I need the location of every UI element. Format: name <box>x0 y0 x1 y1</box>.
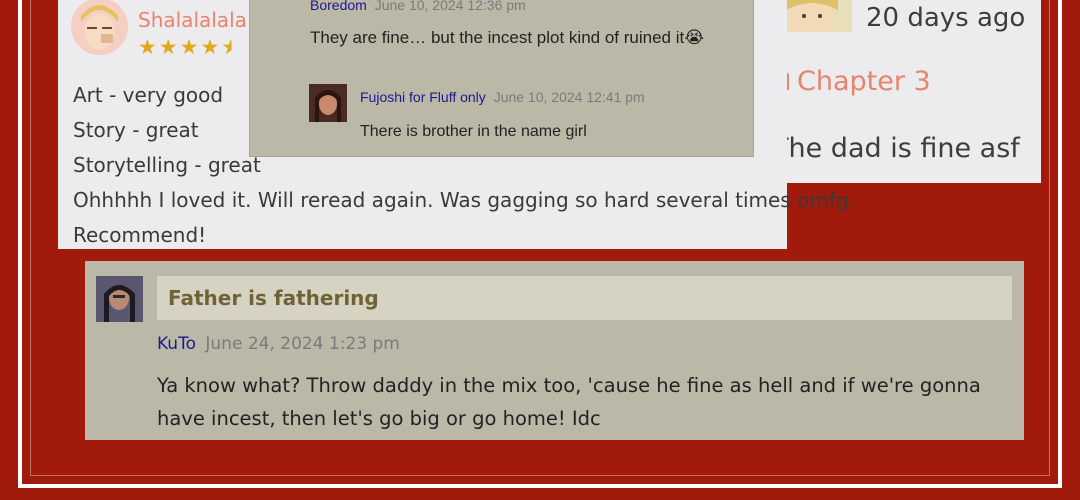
comment-date: June 10, 2024 12:36 pm <box>374 0 526 13</box>
star-icon: ★ <box>138 36 157 59</box>
comment-date: June 24, 2024 1:23 pm <box>205 334 400 354</box>
comment-text: Ya know what? Throw daddy in the mix too… <box>157 374 981 430</box>
avatar[interactable] <box>96 276 143 322</box>
star-icon: ★ <box>200 36 220 59</box>
comment-meta: KuTo June 24, 2024 1:23 pm <box>157 334 400 354</box>
avatar[interactable] <box>71 0 128 55</box>
comment-author[interactable]: KuTo <box>157 334 196 354</box>
star-icon: ★ <box>179 36 199 59</box>
comment-card: Father is fathering KuTo June 24, 2024 1… <box>85 261 1024 440</box>
comment-meta: Boredom June 10, 2024 12:36 pm <box>310 0 526 13</box>
reviewer-name[interactable]: Shalalalala <box>138 8 247 32</box>
comment-title: Father is fathering <box>157 276 1012 320</box>
comment-text-content: They are fine… but the incest plot kind … <box>310 28 685 47</box>
timestamp: 20 days ago <box>866 3 1026 33</box>
star-half-icon: ★ <box>221 36 241 59</box>
star-icon: ★ <box>158 36 178 59</box>
star-rating: ★ ★ ★ ★ ★ <box>138 37 240 58</box>
reply-author[interactable]: Fujoshi for Fluff only <box>360 89 486 105</box>
reply-meta: Fujoshi for Fluff only June 10, 2024 12:… <box>360 89 645 105</box>
comment-thread-card: Boredom June 10, 2024 12:36 pm They are … <box>250 0 753 156</box>
review-line: Ohhhhh I loved it. Will reread again. Wa… <box>73 188 855 212</box>
comment-text: They are fine… but the incest plot kind … <box>310 28 704 48</box>
review-line: Recommend! <box>73 223 207 247</box>
reply-text: There is brother in the name girl <box>360 123 587 140</box>
comment-author[interactable]: Boredom <box>310 0 367 13</box>
avatar[interactable] <box>309 84 347 122</box>
reply-date: June 10, 2024 12:41 pm <box>493 89 645 105</box>
crying-emoji-icon: 😭 <box>684 28 705 47</box>
